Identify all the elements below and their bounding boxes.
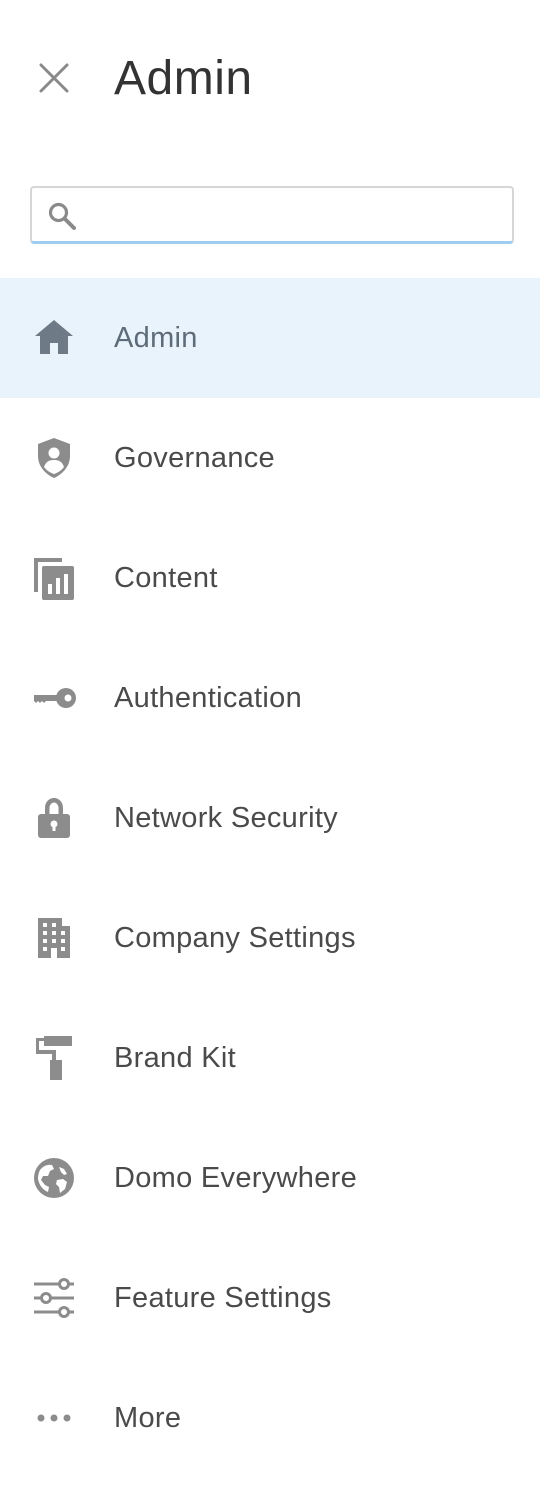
nav-item-governance[interactable]: Governance: [0, 398, 540, 518]
paint-roller-icon: [30, 1034, 78, 1082]
home-icon: [30, 314, 78, 362]
nav-item-label: Admin: [114, 322, 198, 354]
nav-item-admin[interactable]: Admin: [0, 278, 540, 398]
shield-user-icon: [30, 434, 78, 482]
nav-item-network-security[interactable]: Network Security: [0, 758, 540, 878]
nav-item-authentication[interactable]: Authentication: [0, 638, 540, 758]
close-icon: [34, 58, 74, 98]
nav-item-label: Domo Everywhere: [114, 1162, 358, 1194]
nav-item-company-settings[interactable]: Company Settings: [0, 878, 540, 998]
nav-item-feature-settings[interactable]: Feature Settings: [0, 1238, 540, 1358]
sliders-icon: [30, 1274, 78, 1322]
nav-item-label: More: [114, 1402, 182, 1434]
globe-icon: [30, 1154, 78, 1202]
nav-item-label: Network Security: [114, 802, 338, 834]
search-box[interactable]: [30, 186, 514, 244]
search-icon: [46, 200, 78, 232]
nav-item-label: Governance: [114, 442, 275, 474]
panel-header: Admin: [0, 0, 540, 160]
nav-item-label: Content: [114, 562, 218, 594]
content-report-icon: [30, 554, 78, 602]
key-icon: [30, 674, 78, 722]
nav-item-label: Feature Settings: [114, 1282, 332, 1314]
admin-nav-list: Admin Governance Content Authentication …: [0, 278, 540, 1478]
nav-item-label: Authentication: [114, 682, 302, 714]
lock-icon: [30, 794, 78, 842]
close-button[interactable]: [34, 58, 74, 98]
nav-item-more[interactable]: More: [0, 1358, 540, 1478]
nav-item-label: Brand Kit: [114, 1042, 236, 1074]
nav-item-brand-kit[interactable]: Brand Kit: [0, 998, 540, 1118]
nav-item-content[interactable]: Content: [0, 518, 540, 638]
nav-item-domo-everywhere[interactable]: Domo Everywhere: [0, 1118, 540, 1238]
building-icon: [30, 914, 78, 962]
nav-item-label: Company Settings: [114, 922, 356, 954]
page-title: Admin: [114, 52, 253, 105]
more-dots-icon: [30, 1394, 78, 1442]
search-input[interactable]: [90, 196, 504, 236]
